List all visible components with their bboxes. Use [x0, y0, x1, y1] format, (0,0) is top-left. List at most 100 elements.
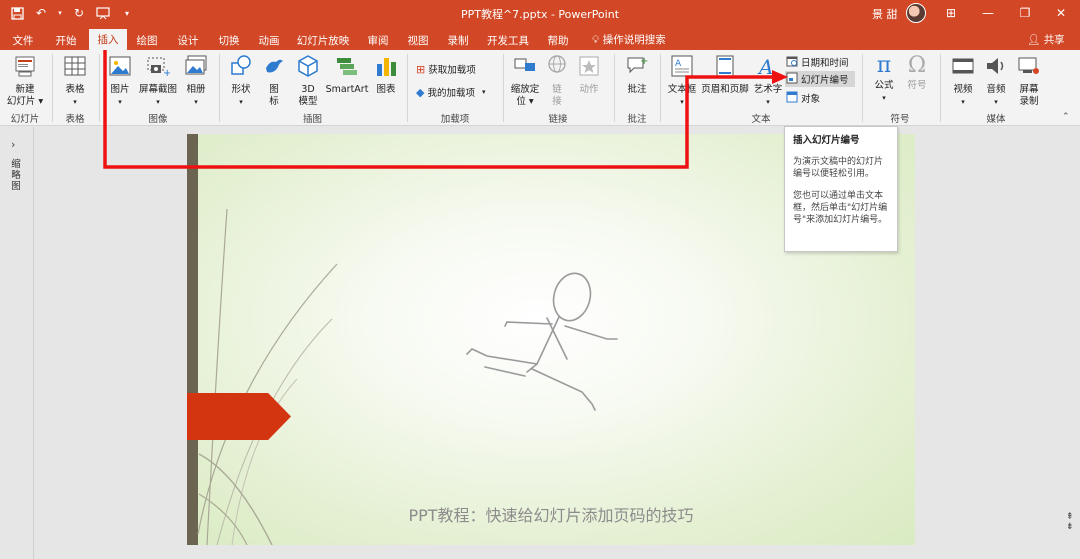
- tab-review[interactable]: 审阅: [363, 30, 393, 50]
- header-footer-label: 页眉和页脚: [701, 84, 749, 95]
- link-label: 链 接: [552, 84, 562, 107]
- equation-button[interactable]: π 公式 ▾: [868, 54, 900, 104]
- link-button[interactable]: 链 接: [545, 54, 569, 108]
- symbol-button[interactable]: Ω 符号: [902, 54, 932, 92]
- tooltip-body: 为演示文稿中的幻灯片编号以便轻松引用。: [793, 157, 884, 179]
- group-label-symbols: 符号: [890, 114, 910, 125]
- comment-icon: +: [620, 54, 654, 82]
- new-slide-icon: [5, 54, 45, 82]
- ribbon-display-icon[interactable]: ⊞: [940, 2, 962, 24]
- tab-view[interactable]: 视图: [403, 30, 433, 50]
- tab-insert[interactable]: 插入: [89, 29, 127, 50]
- group-divider: [407, 54, 408, 122]
- my-addins-label: 我的加载项: [427, 88, 475, 99]
- group-label-images: 图像: [148, 114, 168, 125]
- date-time-label: 日期和时间: [801, 58, 849, 69]
- tab-record[interactable]: 录制: [443, 30, 473, 50]
- svg-text:A: A: [675, 59, 682, 69]
- tab-animations[interactable]: 动画: [254, 30, 284, 50]
- lightbulb-icon: 💡︎: [592, 34, 600, 46]
- minimize-button[interactable]: —: [977, 2, 999, 24]
- pictures-button[interactable]: 图片 ▾: [104, 54, 136, 108]
- expand-thumbnails-icon[interactable]: ›: [11, 138, 15, 151]
- tab-developer[interactable]: 开发工具: [484, 30, 532, 50]
- table-dropdown-icon: ▾: [73, 98, 77, 106]
- audio-button[interactable]: 音频 ▾: [981, 54, 1011, 108]
- thumbnail-pane-label[interactable]: 缩 略 图: [9, 159, 23, 192]
- new-slide-button[interactable]: 新建 幻灯片 ▾: [5, 54, 45, 108]
- slide-number-button[interactable]: 幻灯片编号: [785, 71, 855, 87]
- tab-transitions[interactable]: 切换: [214, 30, 244, 50]
- my-addins-button[interactable]: ◆ 我的加载项 ▾: [416, 84, 486, 100]
- avatar[interactable]: [906, 3, 926, 23]
- photo-album-icon: [180, 54, 212, 82]
- title-bar: ↶ ▾ ↻ ▾ PPT教程^7.pptx - PowerPoint 景 甜 ⊞ …: [0, 0, 1080, 26]
- group-label-slides: 幻灯片: [10, 114, 40, 125]
- equation-label: 公式: [874, 80, 894, 91]
- icons-label: 图 标: [269, 84, 279, 107]
- cube-icon: [292, 54, 324, 82]
- speaker-icon: [981, 54, 1011, 82]
- picture-icon: [104, 54, 136, 82]
- wordart-button[interactable]: A 艺术字 ▾: [751, 54, 785, 108]
- object-button[interactable]: 对象: [786, 90, 820, 106]
- shapes-dropdown-icon: ▾: [239, 98, 243, 106]
- ribbon: 新建 幻灯片 ▾ 幻灯片 表格 ▾ 表格 图片 ▾ + 屏幕截图 ▾ 相册 ▾ …: [0, 50, 1080, 126]
- screenshot-label: 屏幕截图: [138, 84, 177, 95]
- chart-button[interactable]: 图表: [372, 54, 400, 96]
- textbox-button[interactable]: A 文本框 ▾: [665, 54, 699, 108]
- star-icon: [575, 54, 603, 82]
- date-time-button[interactable]: 日期和时间: [786, 54, 849, 70]
- icons-button[interactable]: 图 标: [260, 54, 288, 108]
- tab-design[interactable]: 设计: [173, 30, 203, 50]
- slide-number-icon: [786, 72, 798, 87]
- header-footer-button[interactable]: 页眉和页脚: [700, 54, 750, 96]
- group-divider: [660, 54, 661, 122]
- video-button[interactable]: 视频 ▾: [947, 54, 979, 108]
- tab-file[interactable]: 文件: [8, 30, 38, 50]
- group-divider: [99, 54, 100, 122]
- get-addins-button[interactable]: ⊞ 获取加载项: [416, 61, 476, 77]
- slide-caption[interactable]: PPT教程：快速给幻灯片添加页码的技巧: [187, 502, 915, 526]
- video-label: 视频: [953, 84, 973, 95]
- action-label: 动作: [579, 84, 599, 95]
- restore-button[interactable]: ❐: [1014, 2, 1036, 24]
- link-icon: [545, 54, 569, 82]
- object-icon: [786, 91, 798, 106]
- shapes-label: 形状: [231, 84, 251, 95]
- object-label: 对象: [801, 94, 821, 105]
- screenshot-button[interactable]: + 屏幕截图 ▾: [137, 54, 179, 108]
- user-name[interactable]: 景 甜: [872, 6, 898, 22]
- smartart-label: SmartArt: [325, 84, 369, 95]
- table-button[interactable]: 表格 ▾: [58, 54, 92, 108]
- next-slide-icon[interactable]: ⇞ ⇟: [1066, 512, 1074, 532]
- photo-album-dropdown-icon: ▾: [194, 98, 198, 106]
- zoom-button[interactable]: 缩放定 位 ▾: [508, 54, 542, 108]
- textbox-dropdown-icon: ▾: [680, 98, 684, 106]
- zoom-label: 缩放定 位 ▾: [510, 84, 540, 107]
- search-label: 操作说明搜索: [602, 34, 666, 46]
- 3d-models-label: 3D 模型: [298, 84, 318, 107]
- tab-slideshow[interactable]: 幻灯片放映: [295, 30, 351, 50]
- tooltip-title: 插入幻灯片编号: [793, 135, 860, 146]
- tab-help[interactable]: 帮助: [543, 30, 573, 50]
- smartart-button[interactable]: SmartArt: [325, 54, 369, 96]
- collapse-ribbon-icon[interactable]: ⌃: [1062, 112, 1070, 122]
- screen-recording-button[interactable]: 屏幕 录制: [1013, 54, 1045, 108]
- action-button[interactable]: 动作: [575, 54, 603, 96]
- slide-number-tooltip: 插入幻灯片编号 为演示文稿中的幻灯片编号以便轻松引用。 您也可以通过单击文本框，…: [784, 126, 898, 252]
- wordart-icon: A: [751, 54, 785, 82]
- group-label-text: 文本: [751, 114, 771, 125]
- photo-album-button[interactable]: 相册 ▾: [180, 54, 212, 108]
- icons-icon: [260, 54, 288, 82]
- tab-home[interactable]: 开始: [51, 30, 81, 50]
- tab-draw[interactable]: 绘图: [132, 30, 162, 50]
- share-button[interactable]: 👤︎ 共享: [1027, 32, 1065, 47]
- shapes-button[interactable]: 形状 ▾: [225, 54, 257, 108]
- bar-chart-icon: [372, 54, 400, 82]
- close-button[interactable]: ✕: [1050, 2, 1072, 24]
- group-label-links: 链接: [548, 114, 568, 125]
- comment-button[interactable]: + 批注: [620, 54, 654, 96]
- search-box[interactable]: 💡︎ 操作说明搜索: [592, 32, 666, 47]
- 3d-models-button[interactable]: 3D 模型: [292, 54, 324, 108]
